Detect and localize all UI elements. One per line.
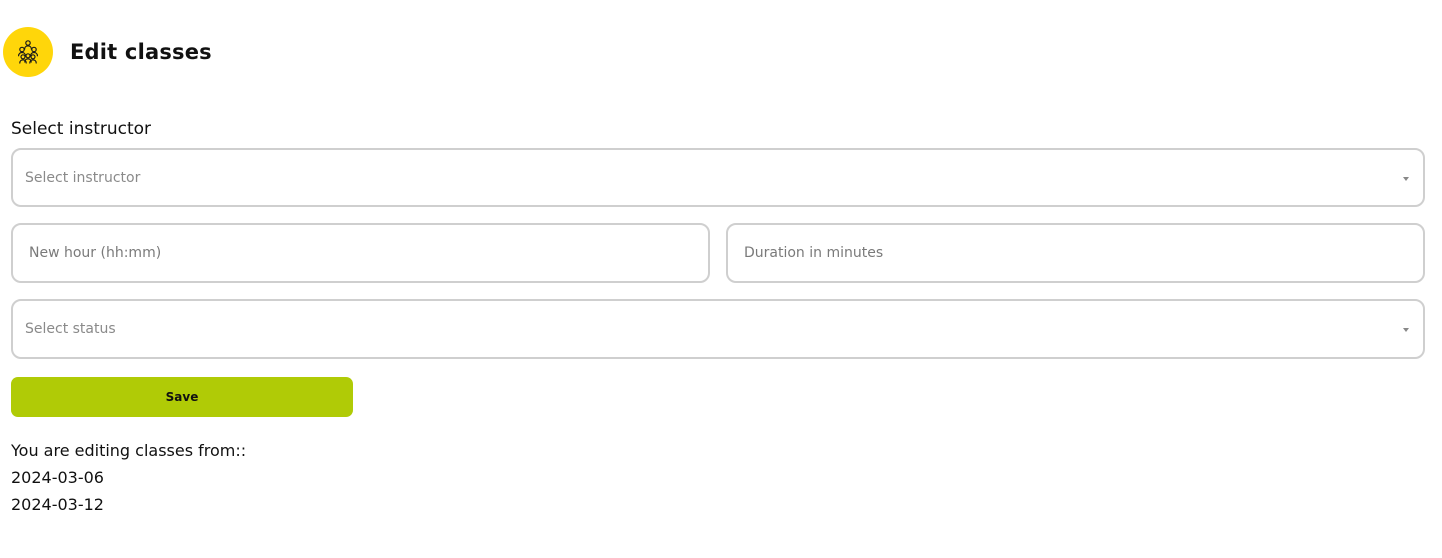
edit-classes-page: Edit classes Select instructor Select in… [0, 0, 1442, 558]
page-header: Edit classes [3, 27, 212, 77]
editing-date-end: 2024-03-12 [11, 495, 104, 514]
duration-field-wrapper [726, 223, 1425, 283]
new-hour-field-wrapper [11, 223, 710, 283]
instructor-select[interactable]: Select instructor [11, 148, 1425, 207]
instructor-select-placeholder: Select instructor [25, 169, 141, 186]
editing-info: You are editing classes from:: 2024-03-0… [11, 437, 246, 518]
page-title: Edit classes [70, 40, 212, 64]
people-group-icon [3, 27, 53, 77]
status-select[interactable]: Select status [11, 299, 1425, 359]
duration-input[interactable] [728, 225, 1423, 281]
new-hour-input[interactable] [13, 225, 708, 281]
save-button[interactable]: Save [11, 377, 353, 417]
chevron-down-icon [1403, 328, 1409, 332]
editing-intro-text: You are editing classes from:: [11, 441, 247, 460]
editing-date-start: 2024-03-06 [11, 468, 104, 487]
instructor-label: Select instructor [11, 119, 152, 139]
status-select-placeholder: Select status [25, 321, 116, 337]
chevron-down-icon [1403, 176, 1409, 181]
